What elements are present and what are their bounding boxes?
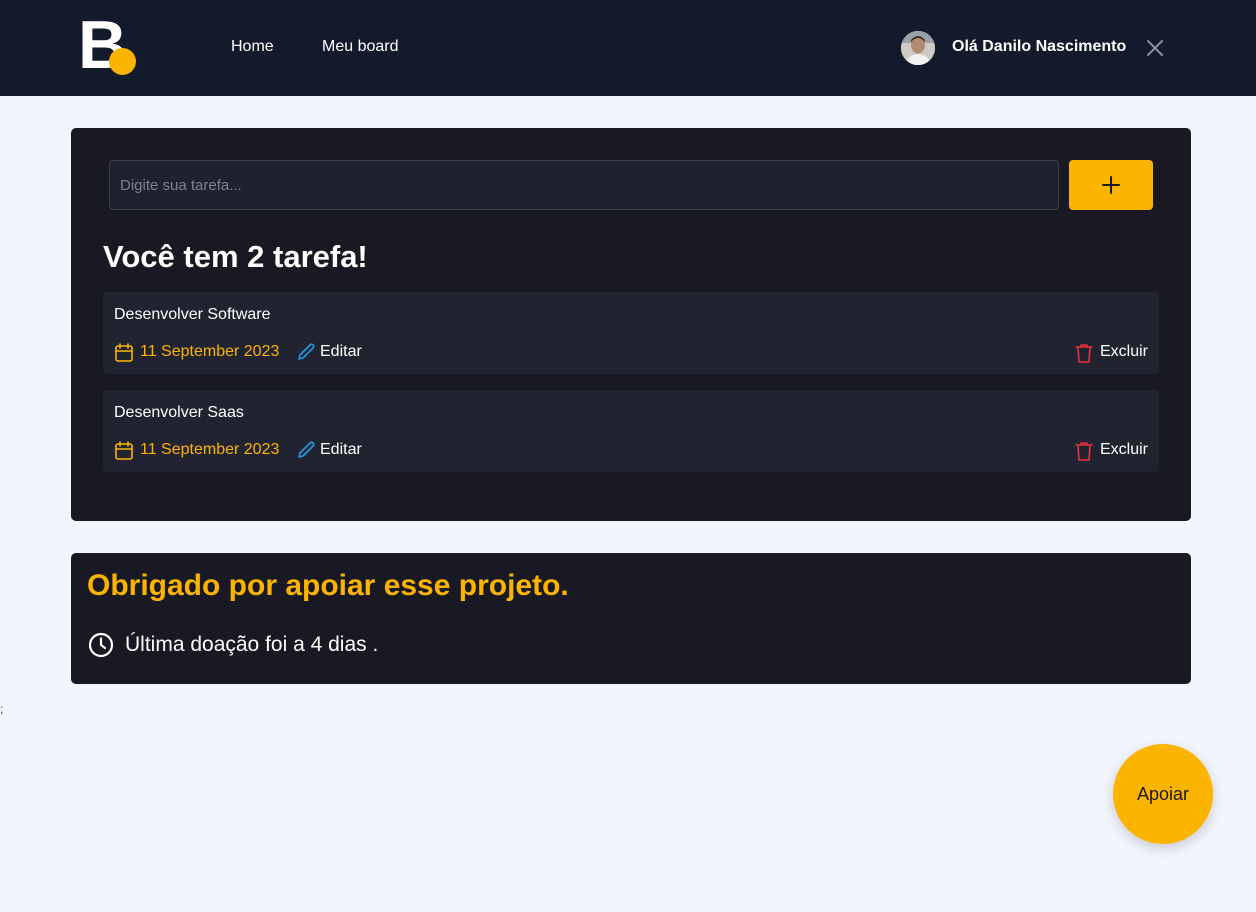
edit-label: Editar: [320, 343, 362, 360]
support-panel: Obrigado por apoiar esse projeto. Última…: [71, 553, 1191, 684]
task-title: Desenvolver Saas: [114, 404, 244, 421]
task-card: Desenvolver Saas 11 September 2023 Edita…: [103, 390, 1159, 472]
calendar-icon: [115, 441, 133, 460]
logo[interactable]: B: [78, 11, 138, 79]
logo-dot: [109, 48, 136, 75]
task-input[interactable]: [109, 160, 1059, 210]
task-date: 11 September 2023: [140, 343, 280, 360]
top-header: B Home Meu board Olá Danilo Nascimento: [0, 0, 1256, 96]
add-task-button[interactable]: [1069, 160, 1153, 210]
tasks-panel: Você tem 2 tarefa! Desenvolver Software …: [71, 128, 1191, 521]
task-title: Desenvolver Software: [114, 306, 271, 323]
task-count-heading: Você tem 2 tarefa!: [103, 239, 368, 274]
task-date: 11 September 2023: [140, 441, 280, 458]
avatar[interactable]: [901, 31, 935, 65]
pencil-icon: [298, 441, 315, 458]
delete-task-button[interactable]: Excluir: [1075, 440, 1149, 462]
close-icon[interactable]: [1145, 38, 1165, 58]
user-greeting: Olá Danilo Nascimento: [952, 38, 1127, 55]
last-donation-text: Última doação foi a 4 dias .: [125, 633, 379, 656]
pencil-icon: [298, 343, 315, 360]
avatar-image: [901, 31, 935, 65]
delete-label: Excluir: [1100, 343, 1149, 360]
plus-icon: [1102, 176, 1120, 194]
trash-icon: [1075, 344, 1093, 363]
support-button[interactable]: Apoiar: [1113, 744, 1213, 844]
stray-character: ;: [0, 702, 4, 716]
calendar-icon: [115, 343, 133, 362]
support-title: Obrigado por apoiar esse projeto.: [87, 569, 569, 602]
delete-task-button[interactable]: Excluir: [1075, 342, 1149, 364]
trash-icon: [1075, 442, 1093, 461]
task-card: Desenvolver Software 11 September 2023 E…: [103, 292, 1159, 374]
clock-icon: [88, 632, 114, 658]
nav-home-link[interactable]: Home: [231, 38, 274, 56]
delete-label: Excluir: [1100, 441, 1149, 458]
edit-label: Editar: [320, 441, 362, 458]
nav-board-link[interactable]: Meu board: [322, 38, 399, 56]
